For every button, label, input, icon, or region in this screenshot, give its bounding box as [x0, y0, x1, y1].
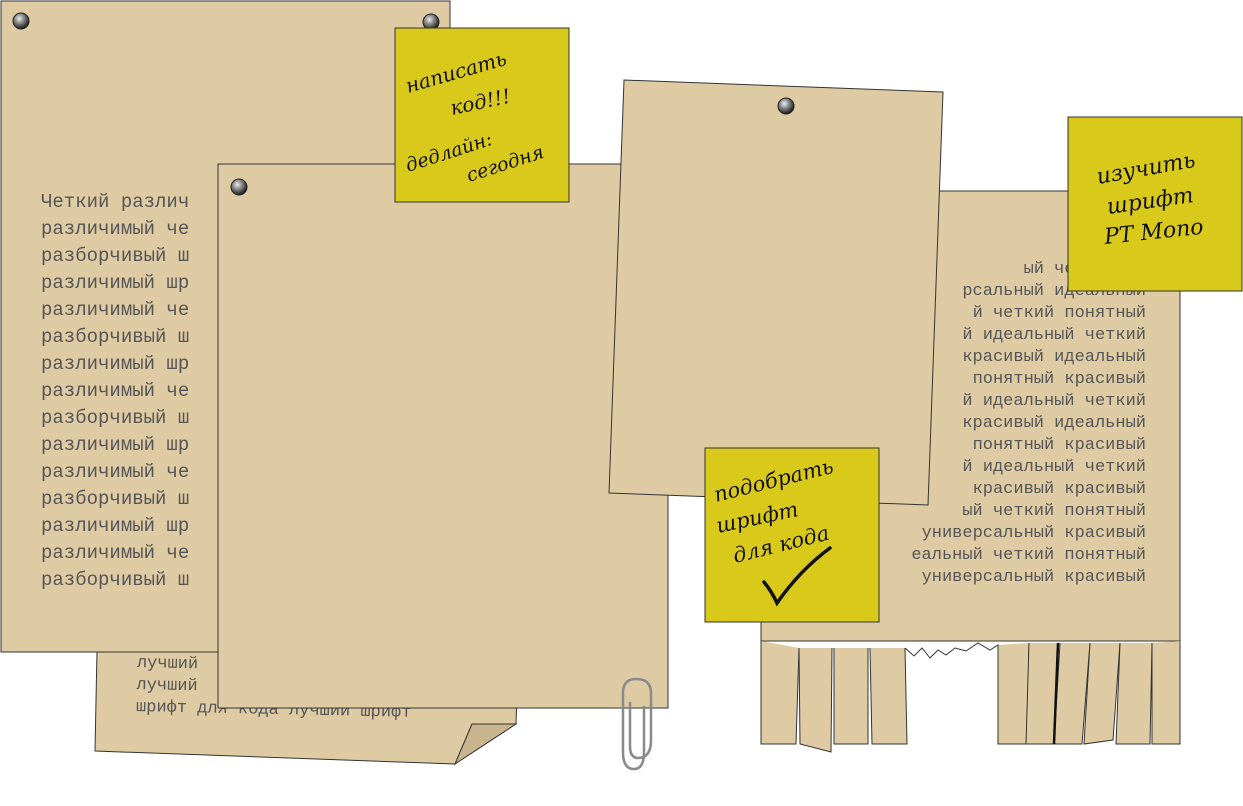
left-sheet-line: различимый че [41, 542, 189, 564]
right-sheet-line: универсальный красивый [922, 524, 1146, 543]
left-sheet-line: различимый шр [41, 515, 189, 537]
right-sheet-line: й четкий понятный [973, 304, 1146, 323]
left-sheet-line: различимый шр [41, 434, 189, 456]
right-sheet-line: универсальный красивый [922, 568, 1146, 587]
left-sheet-line: различимый че [41, 461, 189, 483]
bottom-sheet-line: лучший [137, 654, 199, 674]
right-sheet-line: красивый идеальный [962, 414, 1146, 433]
corkboard-canvas: лучший лучший шрифт для кода лучший шриф… [0, 0, 1243, 771]
right-sheet-line: понятный красивый [973, 370, 1146, 389]
right-sheet-line: еальный четкий понятный [911, 546, 1146, 565]
left-sheet-line: различимый шр [41, 353, 189, 375]
right-sheet-line: й идеальный четкий [962, 326, 1146, 345]
pin-icon [230, 178, 248, 196]
middle-sheet [217, 163, 669, 709]
sticky-note-font[interactable]: подобрать шрифт для кода [704, 447, 880, 623]
right-sheet-line: красивый идеальный [962, 348, 1146, 367]
tear-off-strips[interactable] [760, 641, 1181, 753]
right-sheet-line: понятный красивый [973, 436, 1146, 455]
right-sheet-line: красивый красивый [973, 480, 1146, 499]
left-sheet-line: различимый че [41, 380, 189, 402]
left-sheet-line: разборчивый ш [41, 488, 189, 510]
right-sheet-line: й идеальный четкий [962, 392, 1146, 411]
left-sheet-line: разборчивый ш [41, 245, 189, 267]
left-sheet-text: Четкий различ различимый че разборчивый … [41, 191, 189, 591]
left-sheet-line: разборчивый ш [41, 326, 189, 348]
sticky-note-pt-mono[interactable]: изучить шрифт PT Mono [1067, 116, 1243, 292]
right-sheet-line: й идеальный четкий [962, 458, 1146, 477]
right-sheet-line: ый четкий понятный [962, 502, 1146, 521]
left-sheet-line: разборчивый ш [41, 407, 189, 429]
rotated-sheet [608, 79, 944, 506]
left-sheet-line: Четкий различ [41, 191, 189, 213]
pin-icon [12, 12, 30, 30]
left-sheet-line: различимый че [41, 218, 189, 240]
left-sheet-line: разборчивый ш [41, 569, 189, 591]
sticky-note-deadline[interactable]: написать код!!! дедлайн: сегодня [394, 27, 570, 203]
pin-icon [777, 97, 795, 115]
bottom-sheet-line: лучший [136, 676, 198, 696]
left-sheet-line: различимый че [41, 299, 189, 321]
left-sheet-line: различимый шр [41, 272, 189, 294]
